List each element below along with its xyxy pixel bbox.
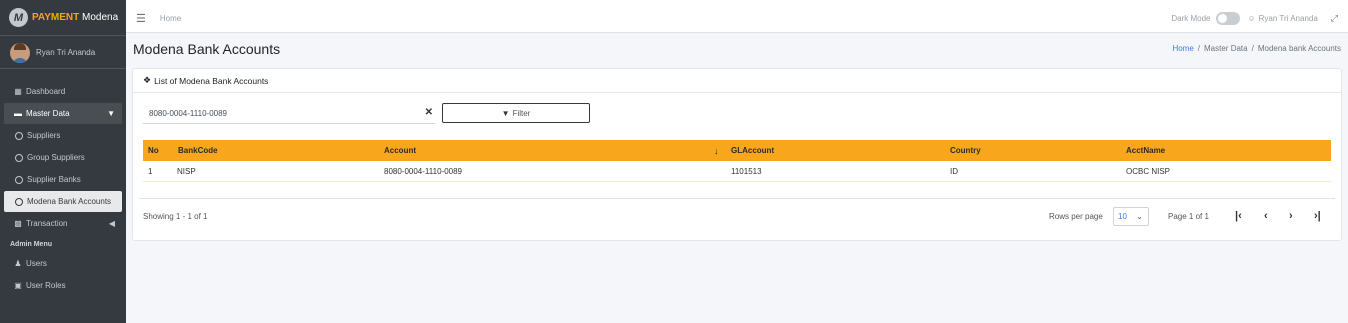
col-account[interactable]: Account [384,146,416,155]
col-glaccount[interactable]: GLAccount [731,146,774,155]
circle-icon [15,197,23,206]
dark-mode-label: Dark Mode [1171,14,1211,23]
next-page-icon[interactable]: › [1289,210,1293,222]
master-data-submenu: Suppliers Group Suppliers Supplier Banks… [4,125,122,212]
breadcrumb: Home / Master Data / Modena bank Accounts [1172,44,1341,53]
card-icon: ▩ [14,219,22,228]
rows-per-page-label: Rows per page [1049,212,1103,221]
cell-country: ID [950,166,958,176]
col-bankcode[interactable]: BankCode [178,146,218,155]
chevron-down-icon: ⌄ [1136,212,1143,221]
avatar [10,42,30,63]
prev-page-icon[interactable]: ‹ [1264,210,1268,222]
user-icon: ☺ [1247,14,1256,23]
breadcrumb-master-data[interactable]: Master Data [1204,44,1248,53]
admin-menu-header: Admin Menu [10,240,52,248]
sidebar-item-modena-bank-accounts[interactable]: Modena Bank Accounts [4,191,122,212]
sidebar-item-users[interactable]: ♟ Users [4,253,122,274]
sidebar-item-user-roles[interactable]: ▣ User Roles [4,275,122,296]
dark-mode-toggle[interactable] [1216,12,1241,25]
sidebar-item-transaction[interactable]: ▩ Transaction ◀ [4,213,122,234]
breadcrumb-current: Modena bank Accounts [1257,44,1341,53]
topbar-right: Dark Mode ☺ Ryan Tri Ananda ⤢ [1171,4,1338,33]
users-icon: ♟ [14,259,22,268]
cell-bankcode: NISP [177,166,196,176]
grid-icon: ▦ [14,87,22,96]
user-name: Ryan Tri Ananda [36,48,96,57]
table-footer: Showing 1 - 1 of 1 Rows per page 10 ⌄ Pa… [143,206,1333,227]
topnav-home-link[interactable]: Home [160,14,181,23]
page-indicator: Page 1 of 1 [1168,212,1209,221]
sidebar-item-dashboard[interactable]: ▦ Dashboard [4,81,122,102]
cell-account: 8080-0004-1110-0089 [384,166,462,176]
topbar-user[interactable]: Ryan Tri Ananda [1259,14,1318,23]
sidebar-item-master-data[interactable]: ▬ Master Data ▼ [4,103,122,124]
last-page-icon[interactable]: ›| [1314,210,1321,222]
brand[interactable]: M PAYMENT Modena [0,0,126,36]
topbar: ☰ Home Dark Mode ☺ Ryan Tri Ananda ⤢ [126,4,1348,33]
filter-button[interactable]: ▼ Filter [442,103,590,123]
table-divider [139,198,1335,199]
fullscreen-icon[interactable]: ⤢ [1331,13,1338,24]
circle-icon [15,175,23,184]
sidebar-item-group-suppliers[interactable]: Group Suppliers [4,147,122,168]
cell-acctname: OCBC NISP [1126,166,1171,176]
sort-desc-icon[interactable]: ↓ [714,146,719,156]
cell-no: 1 [148,166,153,176]
sidebar-item-supplier-banks[interactable]: Supplier Banks [4,169,122,190]
circle-icon [15,131,23,140]
search-input[interactable] [143,104,413,122]
circle-icon [15,153,23,162]
user-panel[interactable]: Ryan Tri Ananda [0,37,126,69]
clear-icon[interactable]: ✕ [425,107,433,118]
table-header: No BankCode Account ↓ GLAccount Country … [143,140,1331,161]
bank-accounts-card: ❖ List of Modena Bank Accounts ✕ ▼ Filte… [132,68,1342,241]
search-field: ✕ [143,104,435,124]
hamburger-icon[interactable]: ☰ [136,12,146,25]
card-header: ❖ List of Modena Bank Accounts [133,69,1341,93]
lock-icon: ▣ [14,281,22,290]
sidebar-nav: ▦ Dashboard ▬ Master Data ▼ Suppliers Gr… [0,81,126,296]
chevron-left-icon: ◀ [108,219,115,228]
rows-per-page-select[interactable]: 10 ⌄ [1113,207,1149,226]
page-title: Modena Bank Accounts [133,41,281,57]
brand-logo: M [9,8,28,27]
col-acctname[interactable]: AcctName [1126,146,1165,155]
breadcrumb-home[interactable]: Home [1172,44,1193,53]
brand-name: PAYMENT Modena [32,12,119,23]
tags-icon: ❖ [143,75,152,85]
col-no[interactable]: No [148,146,159,155]
showing-count: Showing 1 - 1 of 1 [143,212,208,221]
table-row[interactable]: 1 NISP 8080-0004-1110-0089 1101513 ID OC… [143,161,1331,182]
col-country[interactable]: Country [950,146,981,155]
sidebar-item-suppliers[interactable]: Suppliers [4,125,122,146]
cell-glaccount: 1101513 [731,166,762,176]
filter-icon: ▼ [501,108,510,118]
first-page-icon[interactable]: |‹ [1235,210,1242,222]
drive-icon: ▬ [14,109,22,118]
accounts-table: No BankCode Account ↓ GLAccount Country … [143,140,1331,182]
card-title: List of Modena Bank Accounts [154,75,269,86]
sidebar: M PAYMENT Modena Ryan Tri Ananda ▦ Dashb… [0,0,126,323]
chevron-down-icon: ▼ [107,109,115,118]
